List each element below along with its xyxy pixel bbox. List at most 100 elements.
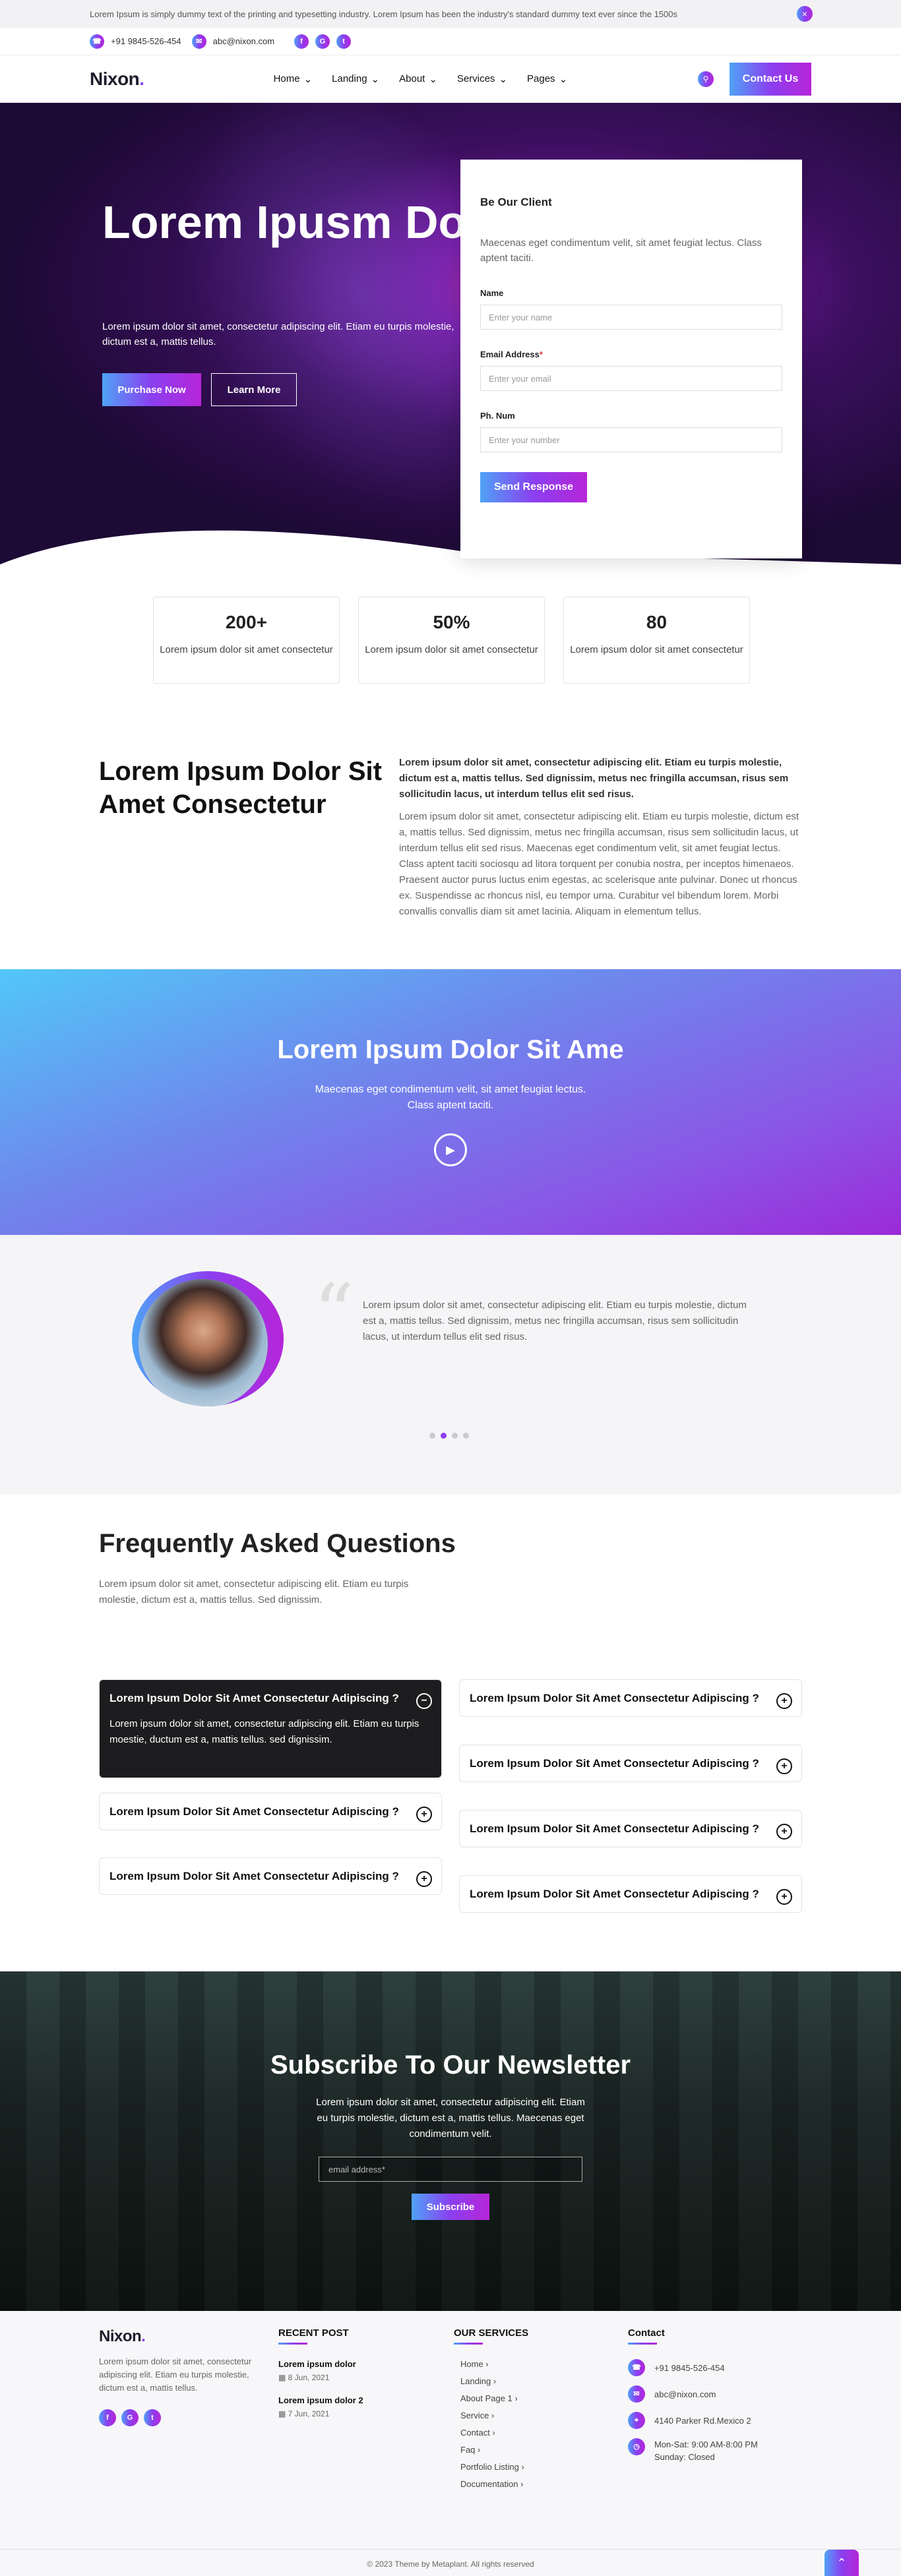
slider-dots xyxy=(429,1433,469,1439)
nav-item-about[interactable]: About ⌄ xyxy=(399,73,437,85)
faq-sub: Lorem ipsum dolor sit amet, consectetur … xyxy=(99,1578,409,1605)
footer-link[interactable]: Contact › xyxy=(460,2428,599,2438)
logo[interactable]: Nixon. xyxy=(90,69,144,90)
recent-post[interactable]: Lorem ipsum dolor 2 ▦ 7 Jun, 2021 xyxy=(278,2395,423,2418)
slider-dot[interactable] xyxy=(463,1433,469,1439)
nav-item-services[interactable]: Services ⌄ xyxy=(457,73,507,85)
nav-item-landing[interactable]: Landing ⌄ xyxy=(332,73,379,85)
plus-circle-icon[interactable]: + xyxy=(776,1758,792,1774)
close-icon[interactable]: × xyxy=(797,6,813,22)
about-lead: Lorem ipsum dolor sit amet, consectetur … xyxy=(399,757,789,800)
clock-icon: ◷ xyxy=(628,2438,645,2455)
google-icon[interactable]: G xyxy=(315,34,330,49)
faq-item[interactable]: Lorem Ipsum Dolor Sit Amet Consectetur A… xyxy=(459,1875,802,1913)
chevron-down-icon: ⌄ xyxy=(303,73,313,85)
footer-logo[interactable]: Nixon. xyxy=(99,2327,264,2346)
subscribe-button[interactable]: Subscribe xyxy=(412,2194,489,2220)
faq-item[interactable]: Lorem Ipsum Dolor Sit Amet Consectetur A… xyxy=(459,1810,802,1847)
plus-circle-icon[interactable]: + xyxy=(776,1824,792,1840)
header-phone[interactable]: +91 9845-526-454 xyxy=(111,36,181,46)
notice-text: Lorem Ipsum is simply dummy text of the … xyxy=(90,9,678,19)
footer-link[interactable]: Documentation › xyxy=(460,2479,599,2489)
chevron-down-icon: ⌄ xyxy=(499,73,508,85)
calendar-icon: ▦ 7 Jun, 2021 xyxy=(278,2409,330,2418)
chevron-down-icon: ⌄ xyxy=(429,73,437,85)
testimonial-text: Lorem ipsum dolor sit amet, consectetur … xyxy=(363,1300,747,1342)
avatar-ring xyxy=(132,1271,284,1406)
footer-contact: Contact ☎ +91 9845-526-454 ✉ abc@nixon.com… xyxy=(628,2327,758,2462)
notice-bar: Lorem Ipsum is simply dummy text of the … xyxy=(0,0,901,28)
avatar xyxy=(139,1279,268,1406)
footer-recent-posts: RECENT POST Lorem ipsum dolor ▦ 8 Jun, 20… xyxy=(278,2327,423,2432)
google-icon[interactable]: G xyxy=(121,2409,139,2426)
faq-item-open[interactable]: Lorem Ipsum Dolor Sit Amet Consectetur A… xyxy=(99,1679,442,1778)
stat-card: 200+ Lorem ipsum dolor sit amet consectet… xyxy=(153,597,340,684)
location-icon: ⌖ xyxy=(628,2412,645,2429)
footer-link[interactable]: Service › xyxy=(460,2411,599,2420)
footer-about: Nixon. Lorem ipsum dolor sit amet, conse… xyxy=(99,2327,264,2426)
quote-icon: “ xyxy=(313,1268,354,1360)
name-input[interactable]: Enter your name xyxy=(480,305,782,330)
plus-circle-icon[interactable]: + xyxy=(416,1871,432,1887)
about-title: Lorem Ipsum Dolor Sit Amet Consectetur xyxy=(99,757,382,819)
plus-circle-icon[interactable]: + xyxy=(776,1889,792,1905)
footer-services: OUR SERVICES Home › Landing › About Page… xyxy=(454,2327,599,2496)
contact-bar: ☎ +91 9845-526-454 ✉ abc@nixon.com f G t xyxy=(0,28,901,55)
faq-title: Frequently Asked Questions xyxy=(99,1529,456,1558)
recent-post[interactable]: Lorem ipsum dolor ▦ 8 Jun, 2021 xyxy=(278,2359,423,2382)
purchase-now-button[interactable]: Purchase Now xyxy=(102,373,201,406)
phone-label: Ph. Num xyxy=(480,411,515,421)
newsletter-title: Subscribe To Our Newsletter xyxy=(270,2051,631,2080)
newsletter-email-input[interactable]: email address* xyxy=(319,2157,582,2182)
faq-item[interactable]: Lorem Ipsum Dolor Sit Amet Consectetur A… xyxy=(459,1745,802,1782)
scroll-to-top-icon[interactable]: ⌃ xyxy=(824,2550,859,2576)
contact-us-button[interactable]: Contact Us xyxy=(730,62,811,96)
form-desc: Maecenas eget condimentum velit, sit ame… xyxy=(480,237,762,264)
footer-link[interactable]: Landing › xyxy=(460,2376,599,2386)
footer-link[interactable]: Portfolio Listing › xyxy=(460,2462,599,2472)
nav-item-pages[interactable]: Pages ⌄ xyxy=(527,73,567,85)
phone-icon: ☎ xyxy=(628,2359,645,2376)
chevron-down-icon: ⌄ xyxy=(371,73,380,85)
phone-input[interactable]: Enter your number xyxy=(480,427,782,452)
footer-link[interactable]: Faq › xyxy=(460,2445,599,2455)
stats-row: 200+ Lorem ipsum dolor sit amet consectet… xyxy=(153,597,750,684)
footer-link[interactable]: About Page 1 › xyxy=(460,2393,599,2403)
newsletter-text: Lorem ipsum dolor sit amet, consectetur … xyxy=(316,2097,585,2140)
phone-icon: ☎ xyxy=(90,34,104,49)
mail-icon: ✉ xyxy=(628,2385,645,2403)
email-input[interactable]: Enter your email xyxy=(480,366,782,391)
video-title: Lorem Ipsum Dolor Sit Ame xyxy=(277,1035,624,1064)
faq-item[interactable]: Lorem Ipsum Dolor Sit Amet Consectetur A… xyxy=(99,1857,442,1895)
twitter-icon[interactable]: t xyxy=(336,34,352,49)
plus-circle-icon[interactable]: + xyxy=(416,1807,432,1822)
faq-item[interactable]: Lorem Ipsum Dolor Sit Amet Consectetur A… xyxy=(99,1793,442,1830)
faq-answer: Lorem ipsum dolor sit amet, consectetur … xyxy=(109,1718,419,1745)
slider-dot[interactable] xyxy=(452,1433,458,1439)
slider-dot[interactable] xyxy=(441,1433,447,1439)
facebook-icon[interactable]: f xyxy=(294,34,309,49)
faq-item[interactable]: Lorem Ipsum Dolor Sit Amet Consectetur A… xyxy=(459,1679,802,1717)
plus-circle-icon[interactable]: + xyxy=(776,1693,792,1709)
send-response-button[interactable]: Send Response xyxy=(480,472,587,502)
learn-more-button[interactable]: Learn More xyxy=(211,373,297,406)
stat-card: 50% Lorem ipsum dolor sit amet consectetu… xyxy=(358,597,545,684)
main-nav: Nixon. Home ⌄ Landing ⌄ About ⌄ Services ⌄ P… xyxy=(0,55,901,103)
play-icon[interactable]: ▶ xyxy=(434,1133,467,1166)
search-icon[interactable]: ⚲ xyxy=(698,71,714,87)
footer-link[interactable]: Home › xyxy=(460,2359,599,2369)
testimonial-section: “ Lorem ipsum dolor sit amet, consectetu… xyxy=(0,1235,901,1494)
facebook-icon[interactable]: f xyxy=(99,2409,116,2426)
video-text: Maecenas eget condimentum velit, sit ame… xyxy=(315,1084,586,1111)
slider-dot[interactable] xyxy=(429,1433,435,1439)
header-email[interactable]: abc@nixon.com xyxy=(213,36,274,46)
nav-menu: Home ⌄ Landing ⌄ About ⌄ Services ⌄ Pages ⌄ xyxy=(274,73,568,85)
hero-text: Lorem ipsum dolor sit amet, consectetur … xyxy=(102,321,454,347)
minus-circle-icon[interactable]: − xyxy=(416,1693,432,1709)
nav-item-home[interactable]: Home ⌄ xyxy=(274,73,313,85)
video-banner: Lorem Ipsum Dolor Sit Ame Maecenas eget … xyxy=(0,969,901,1235)
twitter-icon[interactable]: t xyxy=(144,2409,161,2426)
about-body: Lorem ipsum dolor sit amet, consectetur … xyxy=(399,811,799,917)
form-title: Be Our Client xyxy=(480,196,552,208)
email-label: Email Address* xyxy=(480,349,543,359)
